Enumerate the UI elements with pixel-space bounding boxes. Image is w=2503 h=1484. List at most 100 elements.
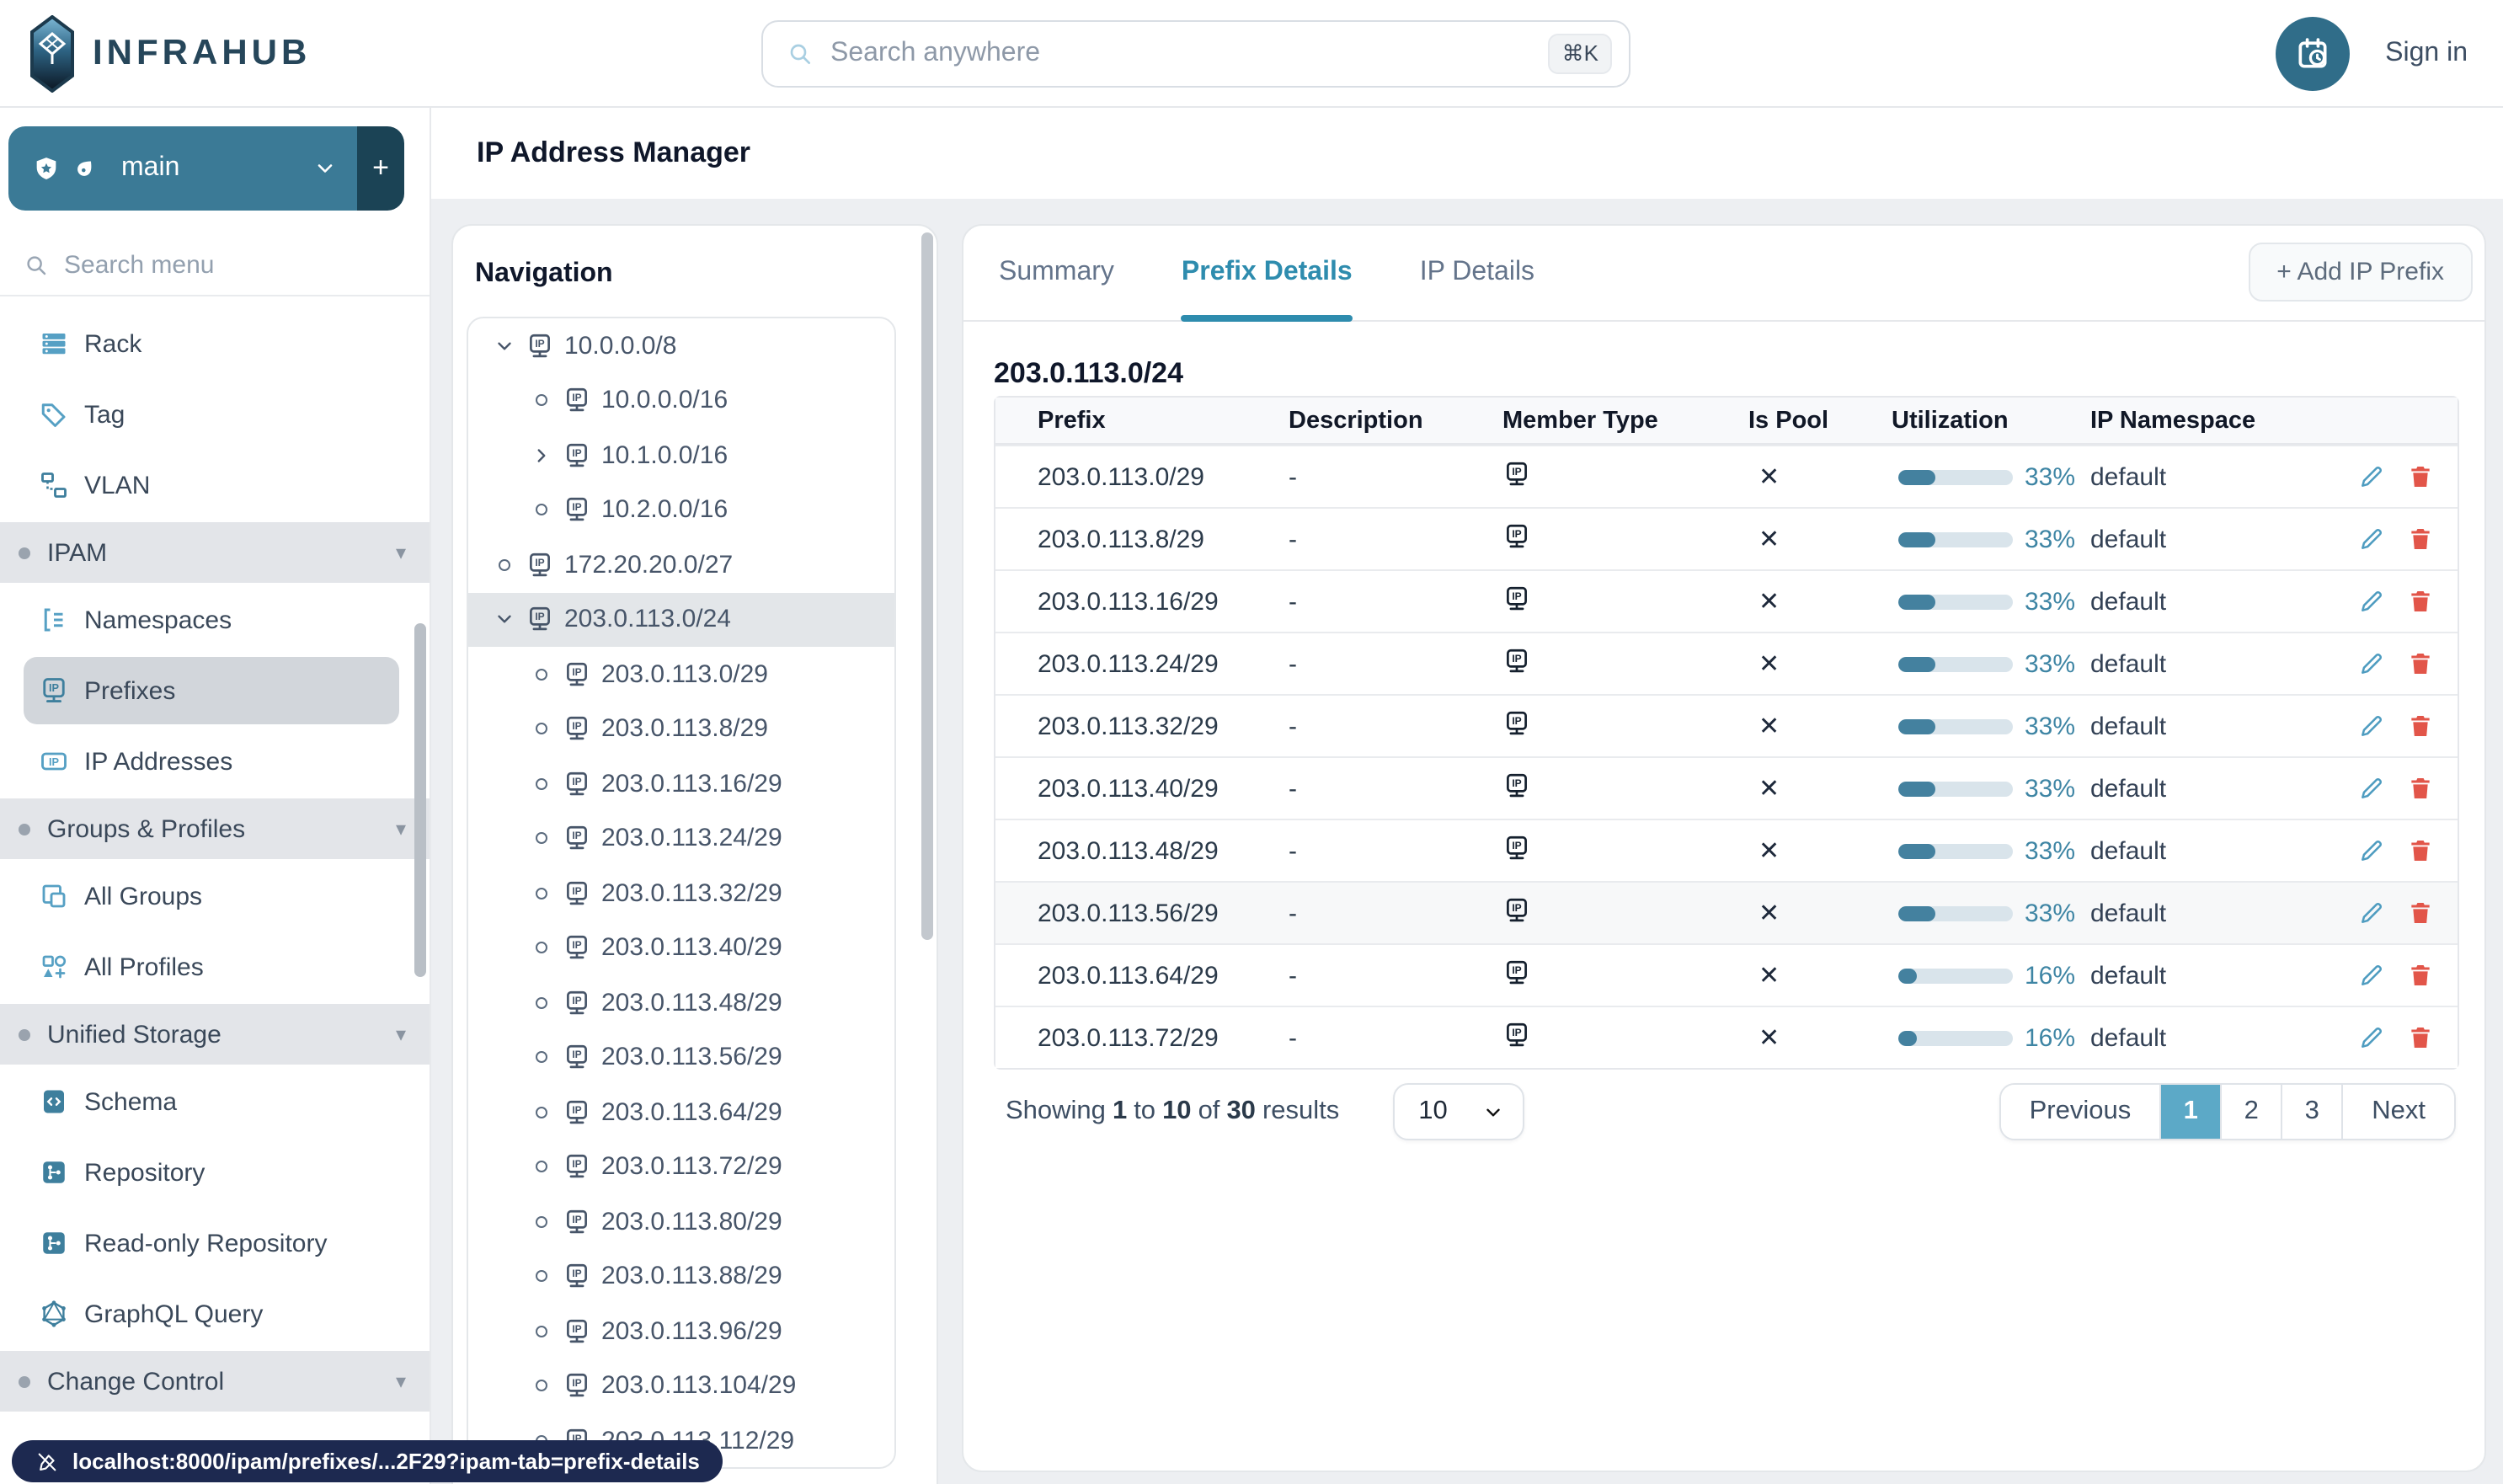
column-header: Prefix bbox=[1038, 407, 1106, 434]
tree-item-label: 203.0.113.88/29 bbox=[601, 1262, 782, 1291]
chevron-down-icon[interactable] bbox=[485, 335, 522, 357]
tree-item[interactable]: 203.0.113.88/29 bbox=[468, 1249, 894, 1304]
tree-item[interactable]: 203.0.113.48/29 bbox=[468, 975, 894, 1030]
tree-item[interactable]: 203.0.113.40/29 bbox=[468, 921, 894, 975]
sidebar-item-all-profiles[interactable]: All Profiles bbox=[0, 933, 430, 1001]
tree-item[interactable]: 172.20.20.0/27 bbox=[468, 537, 894, 592]
sidebar-scrollbar[interactable] bbox=[414, 623, 426, 977]
edit-pencil-icon[interactable] bbox=[2358, 650, 2385, 677]
tab[interactable]: IP Details bbox=[1419, 226, 1535, 321]
tree-item[interactable]: 10.0.0.0/8 bbox=[468, 318, 894, 373]
cell-member-type bbox=[1502, 521, 1748, 557]
brand[interactable]: INFRAHUB bbox=[0, 14, 430, 92]
navigation-panel: Navigation 10.0.0.0/8 10.0.0.0/16 10.1.0… bbox=[451, 224, 938, 1484]
page-button[interactable]: 2 bbox=[2220, 1085, 2282, 1139]
table-row[interactable]: 203.0.113.16/29 - ✕ 33% default bbox=[995, 569, 2458, 632]
global-search-input[interactable] bbox=[830, 39, 1549, 69]
tree-item[interactable]: 203.0.113.96/29 bbox=[468, 1304, 894, 1359]
tree-item[interactable]: 203.0.113.64/29 bbox=[468, 1085, 894, 1140]
table-row[interactable]: 203.0.113.64/29 - ✕ 16% default bbox=[995, 943, 2458, 1006]
tree-item[interactable]: 203.0.113.8/29 bbox=[468, 702, 894, 756]
sidebar-item-tag[interactable]: Tag bbox=[0, 381, 430, 448]
sidebar-item-ip-addresses[interactable]: IP IP Addresses bbox=[0, 728, 430, 795]
cell-description: - bbox=[1289, 899, 1297, 927]
sidebar-section-groups-profiles[interactable]: Groups & Profiles ▾ bbox=[0, 798, 430, 859]
tree-item[interactable]: 203.0.113.72/29 bbox=[468, 1140, 894, 1194]
sidebar-section-ipam[interactable]: IPAM ▾ bbox=[0, 522, 430, 583]
edit-pencil-icon[interactable] bbox=[2358, 463, 2385, 490]
edit-pencil-icon[interactable] bbox=[2358, 588, 2385, 615]
delete-trash-icon[interactable] bbox=[2407, 463, 2434, 490]
delete-trash-icon[interactable] bbox=[2407, 775, 2434, 802]
sidebar-item-repository[interactable]: Repository bbox=[0, 1139, 430, 1206]
page-size-select[interactable]: 10 bbox=[1393, 1083, 1525, 1140]
table-row[interactable]: 203.0.113.72/29 - ✕ 16% default bbox=[995, 1006, 2458, 1068]
new-branch-button[interactable]: + bbox=[357, 126, 404, 211]
edit-pencil-icon[interactable] bbox=[2358, 713, 2385, 739]
table-row[interactable]: 203.0.113.32/29 - ✕ 33% default bbox=[995, 694, 2458, 756]
delete-trash-icon[interactable] bbox=[2407, 962, 2434, 989]
delete-trash-icon[interactable] bbox=[2407, 713, 2434, 739]
schedule-avatar-button[interactable] bbox=[2276, 17, 2351, 91]
tree-item[interactable]: 203.0.113.104/29 bbox=[468, 1359, 894, 1413]
add-ip-prefix-button[interactable]: + Add IP Prefix bbox=[2248, 243, 2473, 302]
topbar: INFRAHUB ⌘K Sign in bbox=[0, 0, 2503, 108]
table-row[interactable]: 203.0.113.48/29 - ✕ 33% default bbox=[995, 819, 2458, 881]
tree-item[interactable]: 203.0.113.16/29 bbox=[468, 756, 894, 811]
sidebar-section-unified-storage[interactable]: Unified Storage ▾ bbox=[0, 1004, 430, 1065]
menu-search-input[interactable] bbox=[64, 251, 430, 280]
tree-item[interactable]: 203.0.113.0/29 bbox=[468, 647, 894, 702]
tree-item[interactable]: 10.1.0.0/16 bbox=[468, 428, 894, 483]
tree-item[interactable]: 203.0.113.32/29 bbox=[468, 866, 894, 921]
delete-trash-icon[interactable] bbox=[2407, 837, 2434, 864]
page-button[interactable]: 3 bbox=[2281, 1085, 2342, 1139]
chevron-down-icon[interactable] bbox=[485, 609, 522, 631]
menu-search[interactable] bbox=[0, 236, 430, 296]
tree-item[interactable]: 10.2.0.0/16 bbox=[468, 483, 894, 537]
delete-trash-icon[interactable] bbox=[2407, 588, 2434, 615]
sidebar-item-vlan[interactable]: VLAN bbox=[0, 451, 430, 519]
branch-selector[interactable]: main bbox=[8, 126, 357, 211]
tab[interactable]: Summary bbox=[999, 226, 1114, 321]
tab-label: IP Details bbox=[1419, 258, 1535, 286]
tab[interactable]: Prefix Details bbox=[1181, 226, 1353, 321]
sign-in-button[interactable]: Sign in bbox=[2385, 39, 2468, 69]
delete-trash-icon[interactable] bbox=[2407, 526, 2434, 552]
sidebar-item-prefixes[interactable]: Prefixes bbox=[24, 657, 399, 724]
edit-pencil-icon[interactable] bbox=[2358, 837, 2385, 864]
edit-pencil-icon[interactable] bbox=[2358, 775, 2385, 802]
page-button[interactable]: 1 bbox=[2159, 1085, 2221, 1139]
sidebar-item-readonly-repository[interactable]: Read-only Repository bbox=[0, 1209, 430, 1277]
sidebar-item-namespaces[interactable]: Namespaces bbox=[0, 586, 430, 654]
table-row[interactable]: 203.0.113.56/29 - ✕ 33% default bbox=[995, 881, 2458, 943]
table-row[interactable]: 203.0.113.0/29 - ✕ 33% default bbox=[995, 445, 2458, 507]
edit-pencil-icon[interactable] bbox=[2358, 1024, 2385, 1051]
tree-item[interactable]: 203.0.113.0/24 bbox=[468, 592, 894, 647]
edit-pencil-icon[interactable] bbox=[2358, 526, 2385, 552]
table-row[interactable]: 203.0.113.8/29 - ✕ 33% default bbox=[995, 507, 2458, 569]
sidebar-section-change-control[interactable]: Change Control ▾ bbox=[0, 1351, 430, 1412]
global-search[interactable]: ⌘K bbox=[761, 20, 1630, 88]
delete-trash-icon[interactable] bbox=[2407, 1024, 2434, 1051]
page-button[interactable]: Previous bbox=[2000, 1085, 2160, 1139]
navigation-scrollbar[interactable] bbox=[921, 232, 933, 940]
tree-item[interactable]: 203.0.113.56/29 bbox=[468, 1030, 894, 1085]
edit-pencil-icon[interactable] bbox=[2358, 962, 2385, 989]
sidebar-item-graphql-query[interactable]: GraphQL Query bbox=[0, 1280, 430, 1348]
page-button[interactable]: Next bbox=[2341, 1085, 2454, 1139]
table-row[interactable]: 203.0.113.24/29 - ✕ 33% default bbox=[995, 632, 2458, 694]
tree-item[interactable]: 203.0.113.24/29 bbox=[468, 811, 894, 866]
tree-item[interactable]: 203.0.113.80/29 bbox=[468, 1194, 894, 1249]
link-preview-statusbar: localhost:8000/ipam/prefixes/...2F29?ipa… bbox=[12, 1440, 723, 1482]
delete-trash-icon[interactable] bbox=[2407, 650, 2434, 677]
table-row[interactable]: 203.0.113.40/29 - ✕ 33% default bbox=[995, 756, 2458, 819]
edit-pencil-icon[interactable] bbox=[2358, 899, 2385, 926]
sidebar-item-schema[interactable]: Schema bbox=[0, 1068, 430, 1135]
chevron-right-icon[interactable] bbox=[522, 445, 559, 467]
sidebar-item-all-groups[interactable]: All Groups bbox=[0, 862, 430, 930]
delete-trash-icon[interactable] bbox=[2407, 899, 2434, 926]
tree-item-label: 203.0.113.72/29 bbox=[601, 1152, 782, 1182]
sidebar-item-rack[interactable]: Rack bbox=[0, 310, 430, 377]
section-bullet-icon bbox=[19, 1028, 30, 1040]
tree-item[interactable]: 10.0.0.0/16 bbox=[468, 373, 894, 428]
